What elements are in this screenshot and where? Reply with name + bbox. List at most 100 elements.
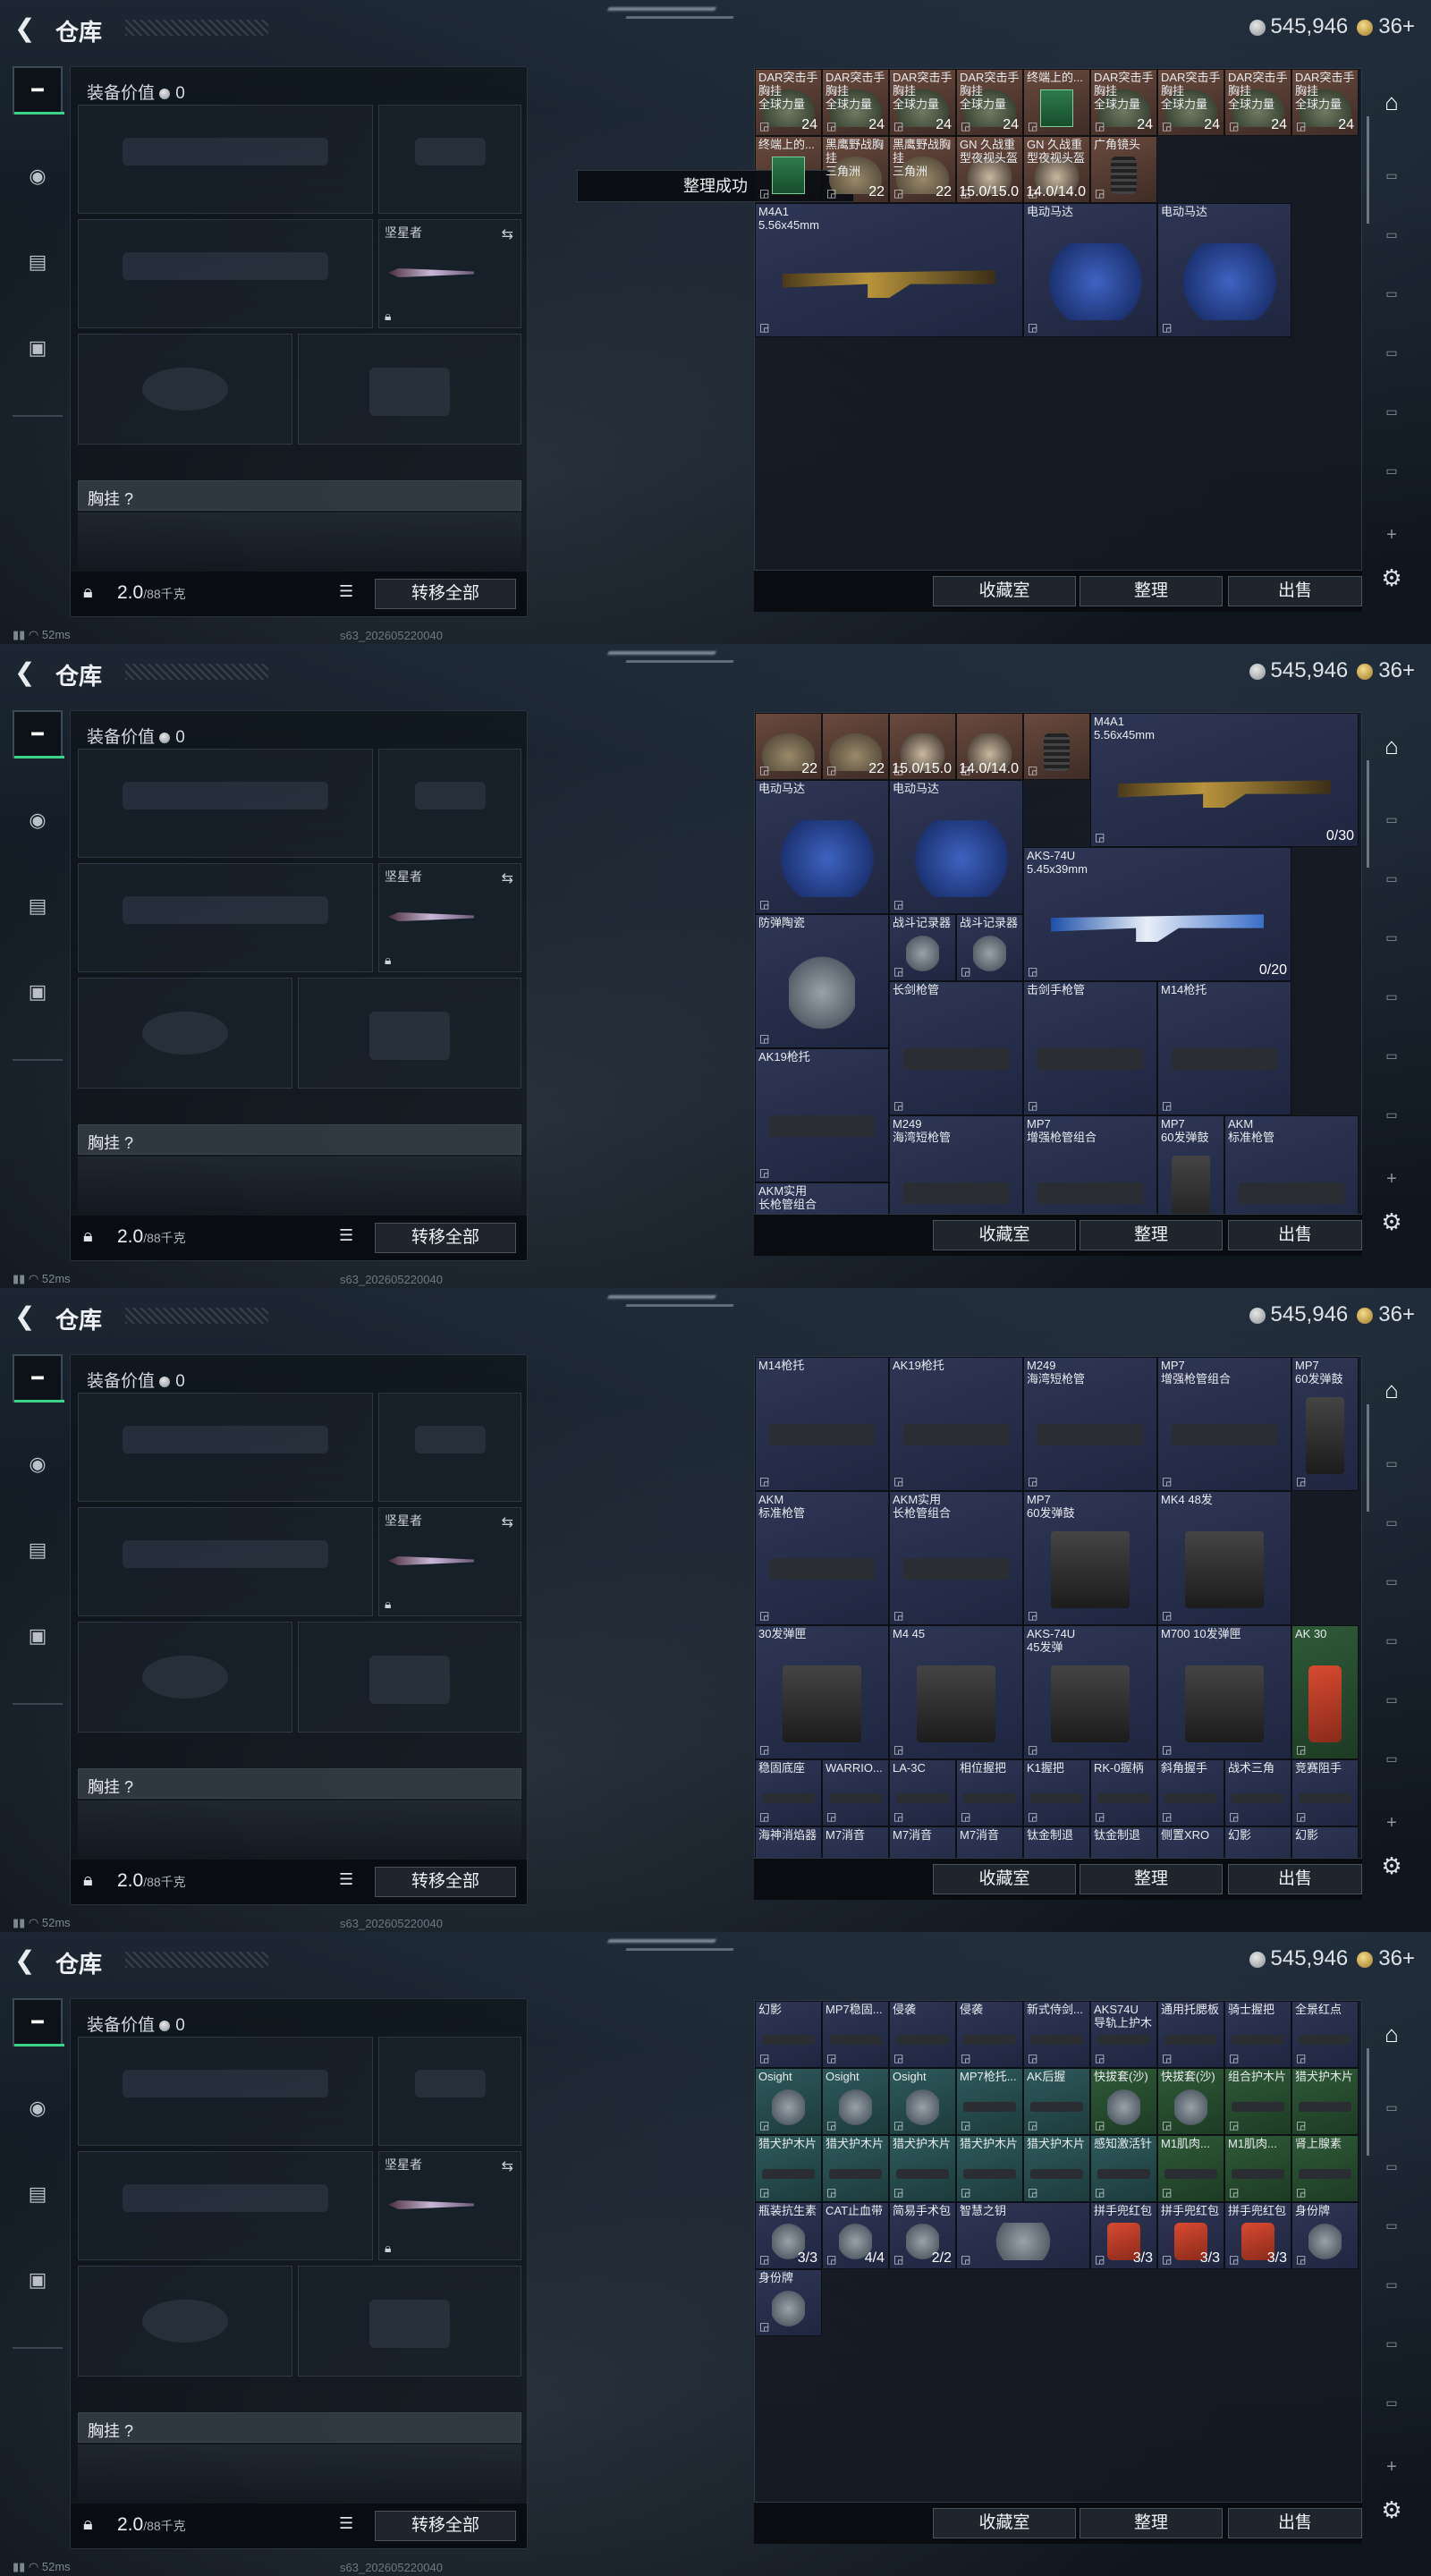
container-tab-icon[interactable]: ▭ [1374, 216, 1410, 252]
pistol-slot[interactable] [378, 105, 521, 214]
storage-item[interactable]: 黑鹰野战胸挂 三角洲 ◲ 22 [889, 136, 956, 203]
back-arrow-icon[interactable]: ❮ [14, 16, 39, 41]
container-tab-icon[interactable]: ▭ [1374, 2267, 1410, 2302]
helmet-tab-icon[interactable]: ◉ [13, 152, 63, 200]
container-tab-icon[interactable]: ▭ [1374, 275, 1410, 311]
storage-item[interactable]: 侵袭 ◲ [956, 2001, 1023, 2068]
helmet-slot[interactable] [78, 2266, 292, 2377]
helmet-slot[interactable] [78, 978, 292, 1089]
chest-rig-slot[interactable]: 胸挂 ? [78, 1768, 521, 1799]
storage-item[interactable]: DAR突击手胸挂 全球力量 ◲ 24 [755, 69, 822, 136]
backpack-tab-icon[interactable]: ▣ [13, 1612, 63, 1660]
transfer-all-button[interactable]: 转移全部 [375, 579, 516, 609]
secondary-weapon-slot[interactable] [78, 1507, 373, 1616]
storage-item[interactable]: 侵袭 ◲ [889, 2001, 956, 2068]
sell-button[interactable]: 出售 [1228, 2508, 1362, 2538]
settings-gear-icon[interactable]: ⚙ [1374, 560, 1410, 596]
storage-item[interactable]: AKM 标准枪管◲ [755, 1491, 889, 1625]
back-arrow-icon[interactable]: ❮ [14, 660, 39, 685]
storage-item[interactable]: 幻影◲ [1224, 1826, 1291, 1858]
storage-item[interactable]: M7消音◲ [822, 1826, 889, 1858]
melee-slot[interactable]: 坚星者 ⇆ 🔒︎ [378, 219, 521, 328]
list-icon[interactable]: ☰ [339, 582, 353, 601]
container-tab-icon[interactable]: ▭ [1374, 919, 1410, 955]
storage-item[interactable]: AK19枪托 ◲ [755, 1048, 889, 1182]
storage-item[interactable]: AKS-74U 45发弹 ◲ [1023, 1625, 1157, 1759]
pistol-slot[interactable] [378, 1393, 521, 1502]
storage-item[interactable]: 战术三角 ◲ [1224, 1759, 1291, 1826]
sort-button[interactable]: 整理 [1080, 576, 1223, 606]
storage-item[interactable]: GN 久战重型夜视头盔 ◲ 14.0/14.0 [1023, 136, 1090, 203]
storage-item[interactable]: 猎犬护木片 ◲ [1291, 2068, 1359, 2135]
armor-slot[interactable] [298, 978, 521, 1089]
storage-item[interactable]: 电动马达 ◲ [1023, 203, 1157, 337]
storage-item[interactable]: AKM 标准枪管◲ [1224, 1115, 1359, 1214]
weapon-tab-icon[interactable]: ━ [13, 1998, 64, 2046]
storage-item[interactable]: MP7稳固... ◲ [822, 2001, 889, 2068]
list-icon[interactable]: ☰ [339, 1226, 353, 1245]
storage-item[interactable]: DAR突击手胸挂 全球力量 ◲ 24 [822, 69, 889, 136]
storage-item[interactable]: 骑士握把 ◲ [1224, 2001, 1291, 2068]
storage-item[interactable]: 猎犬护木片 ◲ [755, 2135, 822, 2202]
storage-item[interactable]: MK4 48发 ◲ [1157, 1491, 1291, 1625]
storage-scrollbar[interactable] [1367, 760, 1369, 868]
storage-item[interactable]: AK 30 ◲ [1291, 1625, 1359, 1759]
primary-weapon-slot[interactable] [78, 105, 373, 214]
vest-tab-icon[interactable]: ▤ [13, 882, 63, 930]
storage-item[interactable]: MP7枪托... ◲ [956, 2068, 1023, 2135]
warehouse-tab-icon[interactable]: ⌂ [1374, 2016, 1410, 2052]
vest-tab-icon[interactable]: ▤ [13, 2170, 63, 2218]
storage-item[interactable]: 猎犬护木片 ◲ [889, 2135, 956, 2202]
collection-button[interactable]: 收藏室 [933, 1220, 1076, 1250]
storage-item[interactable]: ◲ 22 [755, 713, 822, 780]
warehouse-tab-icon[interactable]: ⌂ [1374, 728, 1410, 764]
back-arrow-icon[interactable]: ❮ [14, 1948, 39, 1973]
storage-item[interactable]: 30发弹匣 ◲ [755, 1625, 889, 1759]
storage-item[interactable]: 斜角握手 ◲ [1157, 1759, 1224, 1826]
container-tab-icon[interactable]: ▭ [1374, 1097, 1410, 1132]
storage-item[interactable]: 竞赛阻手 ◲ [1291, 1759, 1359, 1826]
chest-rig-slot[interactable]: 胸挂 ? [78, 480, 521, 511]
storage-item[interactable]: 智慧之钥 ◲ [956, 2202, 1090, 2269]
sort-button[interactable]: 整理 [1080, 2508, 1223, 2538]
pistol-slot[interactable] [378, 2037, 521, 2146]
container-tab-icon[interactable]: ▭ [1374, 1038, 1410, 1073]
add-icon[interactable]: + [1374, 1805, 1410, 1841]
container-tab-icon[interactable]: ▭ [1374, 1623, 1410, 1658]
storage-item[interactable]: AKS74U 导轨上护木 ◲ [1090, 2001, 1157, 2068]
back-arrow-icon[interactable]: ❮ [14, 1304, 39, 1329]
storage-item[interactable]: M4 45 ◲ [889, 1625, 1023, 1759]
backpack-tab-icon[interactable]: ▣ [13, 968, 63, 1016]
storage-item[interactable]: M7消音◲ [889, 1826, 956, 1858]
storage-item[interactable]: LA-3C ◲ [889, 1759, 956, 1826]
transfer-all-button[interactable]: 转移全部 [375, 2511, 516, 2541]
storage-item[interactable]: M249 海湾短枪管 ◲ [1023, 1357, 1157, 1491]
storage-item[interactable]: 猎犬护木片 ◲ [1023, 2135, 1090, 2202]
helmet-tab-icon[interactable]: ◉ [13, 796, 63, 844]
gold-currency[interactable]: 36+ [1357, 1302, 1415, 1327]
primary-weapon-slot[interactable] [78, 2037, 373, 2146]
armor-slot[interactable] [298, 1622, 521, 1733]
storage-item[interactable]: 相位握把 ◲ [956, 1759, 1023, 1826]
storage-item[interactable]: 身份牌 ◲ [1291, 2202, 1359, 2269]
storage-item[interactable]: DAR突击手胸挂 全球力量 ◲ 24 [956, 69, 1023, 136]
storage-item[interactable]: Osight ◲ [822, 2068, 889, 2135]
weapon-tab-icon[interactable]: ━ [13, 1354, 64, 1402]
storage-item[interactable]: 猎犬护木片 ◲ [822, 2135, 889, 2202]
container-tab-icon[interactable]: ▭ [1374, 1563, 1410, 1599]
container-tab-icon[interactable]: ▭ [1374, 801, 1410, 837]
storage-item[interactable]: 拼手兜红包 ◲ 3/3 [1224, 2202, 1291, 2269]
swap-icon[interactable]: ⇆ [502, 869, 513, 887]
storage-item[interactable]: AKS-74U 5.45x39mm ◲ 0/20 [1023, 847, 1291, 981]
primary-weapon-slot[interactable] [78, 749, 373, 858]
sell-button[interactable]: 出售 [1228, 1220, 1362, 1250]
warehouse-tab-icon[interactable]: ⌂ [1374, 1372, 1410, 1408]
chest-rig-slot[interactable]: 胸挂 ? [78, 2412, 521, 2443]
helmet-slot[interactable] [78, 1622, 292, 1733]
container-tab-icon[interactable]: ▭ [1374, 2207, 1410, 2243]
storage-scrollbar[interactable] [1367, 116, 1369, 224]
settings-gear-icon[interactable]: ⚙ [1374, 1848, 1410, 1884]
storage-item[interactable]: WARRIO... ◲ [822, 1759, 889, 1826]
storage-item[interactable]: MP7 60发弹鼓 ◲ [1023, 1491, 1157, 1625]
list-icon[interactable]: ☰ [339, 2514, 353, 2533]
